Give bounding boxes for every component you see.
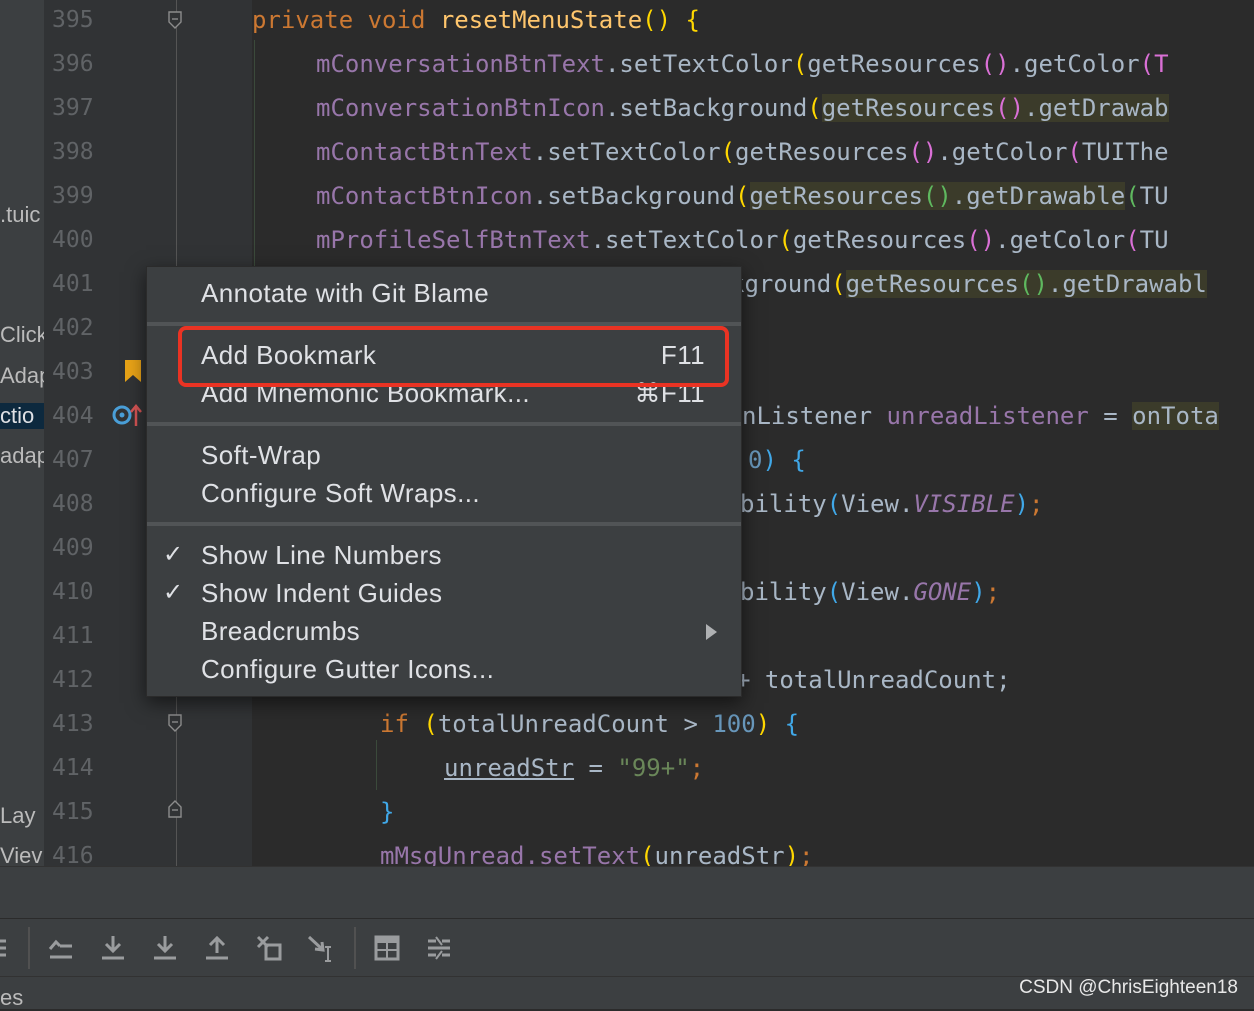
code-line: bility(View.VISIBLE); [740,490,1044,518]
indent-guide [376,740,377,790]
shortcut-label: F11 [660,340,705,370]
menu-item-add-bookmark[interactable]: Add Bookmark F11 [147,336,741,374]
line-number: 412 [52,667,94,693]
watermark: CSDN @ChrisEighteen18 [1019,977,1238,998]
cursor-icon[interactable] [306,933,336,963]
project-item[interactable]: Click [0,322,44,348]
line-number: 397 [52,95,94,121]
line-number: 414 [52,755,94,781]
code-line: mConversationBtnText.setTextColor(getRes… [316,50,1169,78]
scroll-down-icon[interactable] [98,933,128,963]
submenu-arrow-icon [706,624,717,640]
code-line: 0) { [748,446,806,474]
menu-item-show-line-numbers[interactable]: ✓ Show Line Numbers [147,536,741,574]
status-text: es [0,985,24,1010]
line-number: 409 [52,535,94,561]
shortcut-label: ⌘F11 [634,378,705,408]
code-line: mContactBtnIcon.setBackground(getResourc… [316,182,1169,210]
code-line: unreadStr = "99+"; [444,754,705,782]
download-icon[interactable] [150,933,180,963]
line-number: 399 [52,183,94,209]
toolbar-separator [28,927,30,969]
project-item[interactable]: Viev [0,843,42,866]
line-number: 413 [52,711,94,737]
line-number: 404 [52,403,94,429]
indent-guide [254,40,255,270]
line-number: 398 [52,139,94,165]
project-item[interactable]: Lay [0,803,35,829]
code-line: nListener unreadListener = onTota [742,402,1219,430]
tool-window-header [0,866,1254,919]
line-number: 401 [52,271,94,297]
status-bar: es CSDN @ChrisEighteen18 [0,976,1254,1010]
code-line: mProfileSelfBtnText.setTextColor(getReso… [316,226,1169,254]
line-number: 407 [52,447,94,473]
code-line: private void resetMenuState() { [252,6,700,34]
tool-window-toolbar [0,918,1254,977]
upload-icon[interactable] [202,933,232,963]
checkmark-icon: ✓ [163,541,184,568]
line-number: 415 [52,799,94,825]
fold-icon[interactable] [167,800,183,818]
project-item[interactable]: .tuic [0,202,40,228]
code-line: mContactBtnText.setTextColor(getResource… [316,138,1169,166]
code-line: kground(getResources().getDrawabl [730,270,1207,298]
fold-icon[interactable] [167,11,183,29]
code-line: } [380,798,395,826]
code-line: if (totalUnreadCount > 100) { [380,710,800,738]
code-line: bility(View.GONE); [740,578,1001,606]
line-number: 408 [52,491,94,517]
diff-icon[interactable] [424,933,454,963]
project-panel: .tuic Click Adap ctio adap Lay Viev [0,0,44,866]
menu-item-configure-soft-wraps[interactable]: Configure Soft Wraps... [147,474,741,512]
fold-icon[interactable] [167,714,183,732]
toolbar-separator [354,927,356,969]
line-number: 410 [52,579,94,605]
scroll-up-icon[interactable] [46,933,76,963]
implement-marker-icon[interactable] [110,402,144,428]
code-line: mConversationBtnIcon.setBackground(getRe… [316,94,1169,122]
project-item[interactable]: Adap [0,363,44,389]
bookmark-icon[interactable] [124,359,142,383]
line-number: 395 [52,7,94,33]
menu-separator [147,522,741,526]
line-number: 403 [52,359,94,385]
code-line: + totalUnreadCount; [736,666,1011,694]
checkmark-icon: ✓ [163,579,184,606]
line-number: 402 [52,315,94,341]
menu-separator [147,322,741,326]
menu-item-show-indent-guides[interactable]: ✓ Show Indent Guides [147,574,741,612]
line-number: 396 [52,51,94,77]
menu-item-breadcrumbs[interactable]: Breadcrumbs [147,612,741,650]
project-item-selected[interactable]: ctio [0,403,44,429]
menu-icon[interactable] [0,933,22,963]
gutter-context-menu: Annotate with Git Blame Add Bookmark F11 … [146,266,742,697]
menu-item-configure-gutter-icons[interactable]: Configure Gutter Icons... [147,650,741,688]
line-number: 411 [52,623,94,649]
code-line: mMsgUnread.setText(unreadStr); [380,842,814,866]
menu-item-add-mnemonic-bookmark[interactable]: Add Mnemonic Bookmark... ⌘F11 [147,374,741,412]
line-number: 400 [52,227,94,253]
table-icon[interactable] [372,933,402,963]
menu-item-soft-wrap[interactable]: Soft-Wrap [147,436,741,474]
menu-separator [147,422,741,426]
project-item[interactable]: adap [0,443,44,469]
filter-icon[interactable] [254,933,284,963]
menu-item-annotate-git-blame[interactable]: Annotate with Git Blame [147,274,741,312]
